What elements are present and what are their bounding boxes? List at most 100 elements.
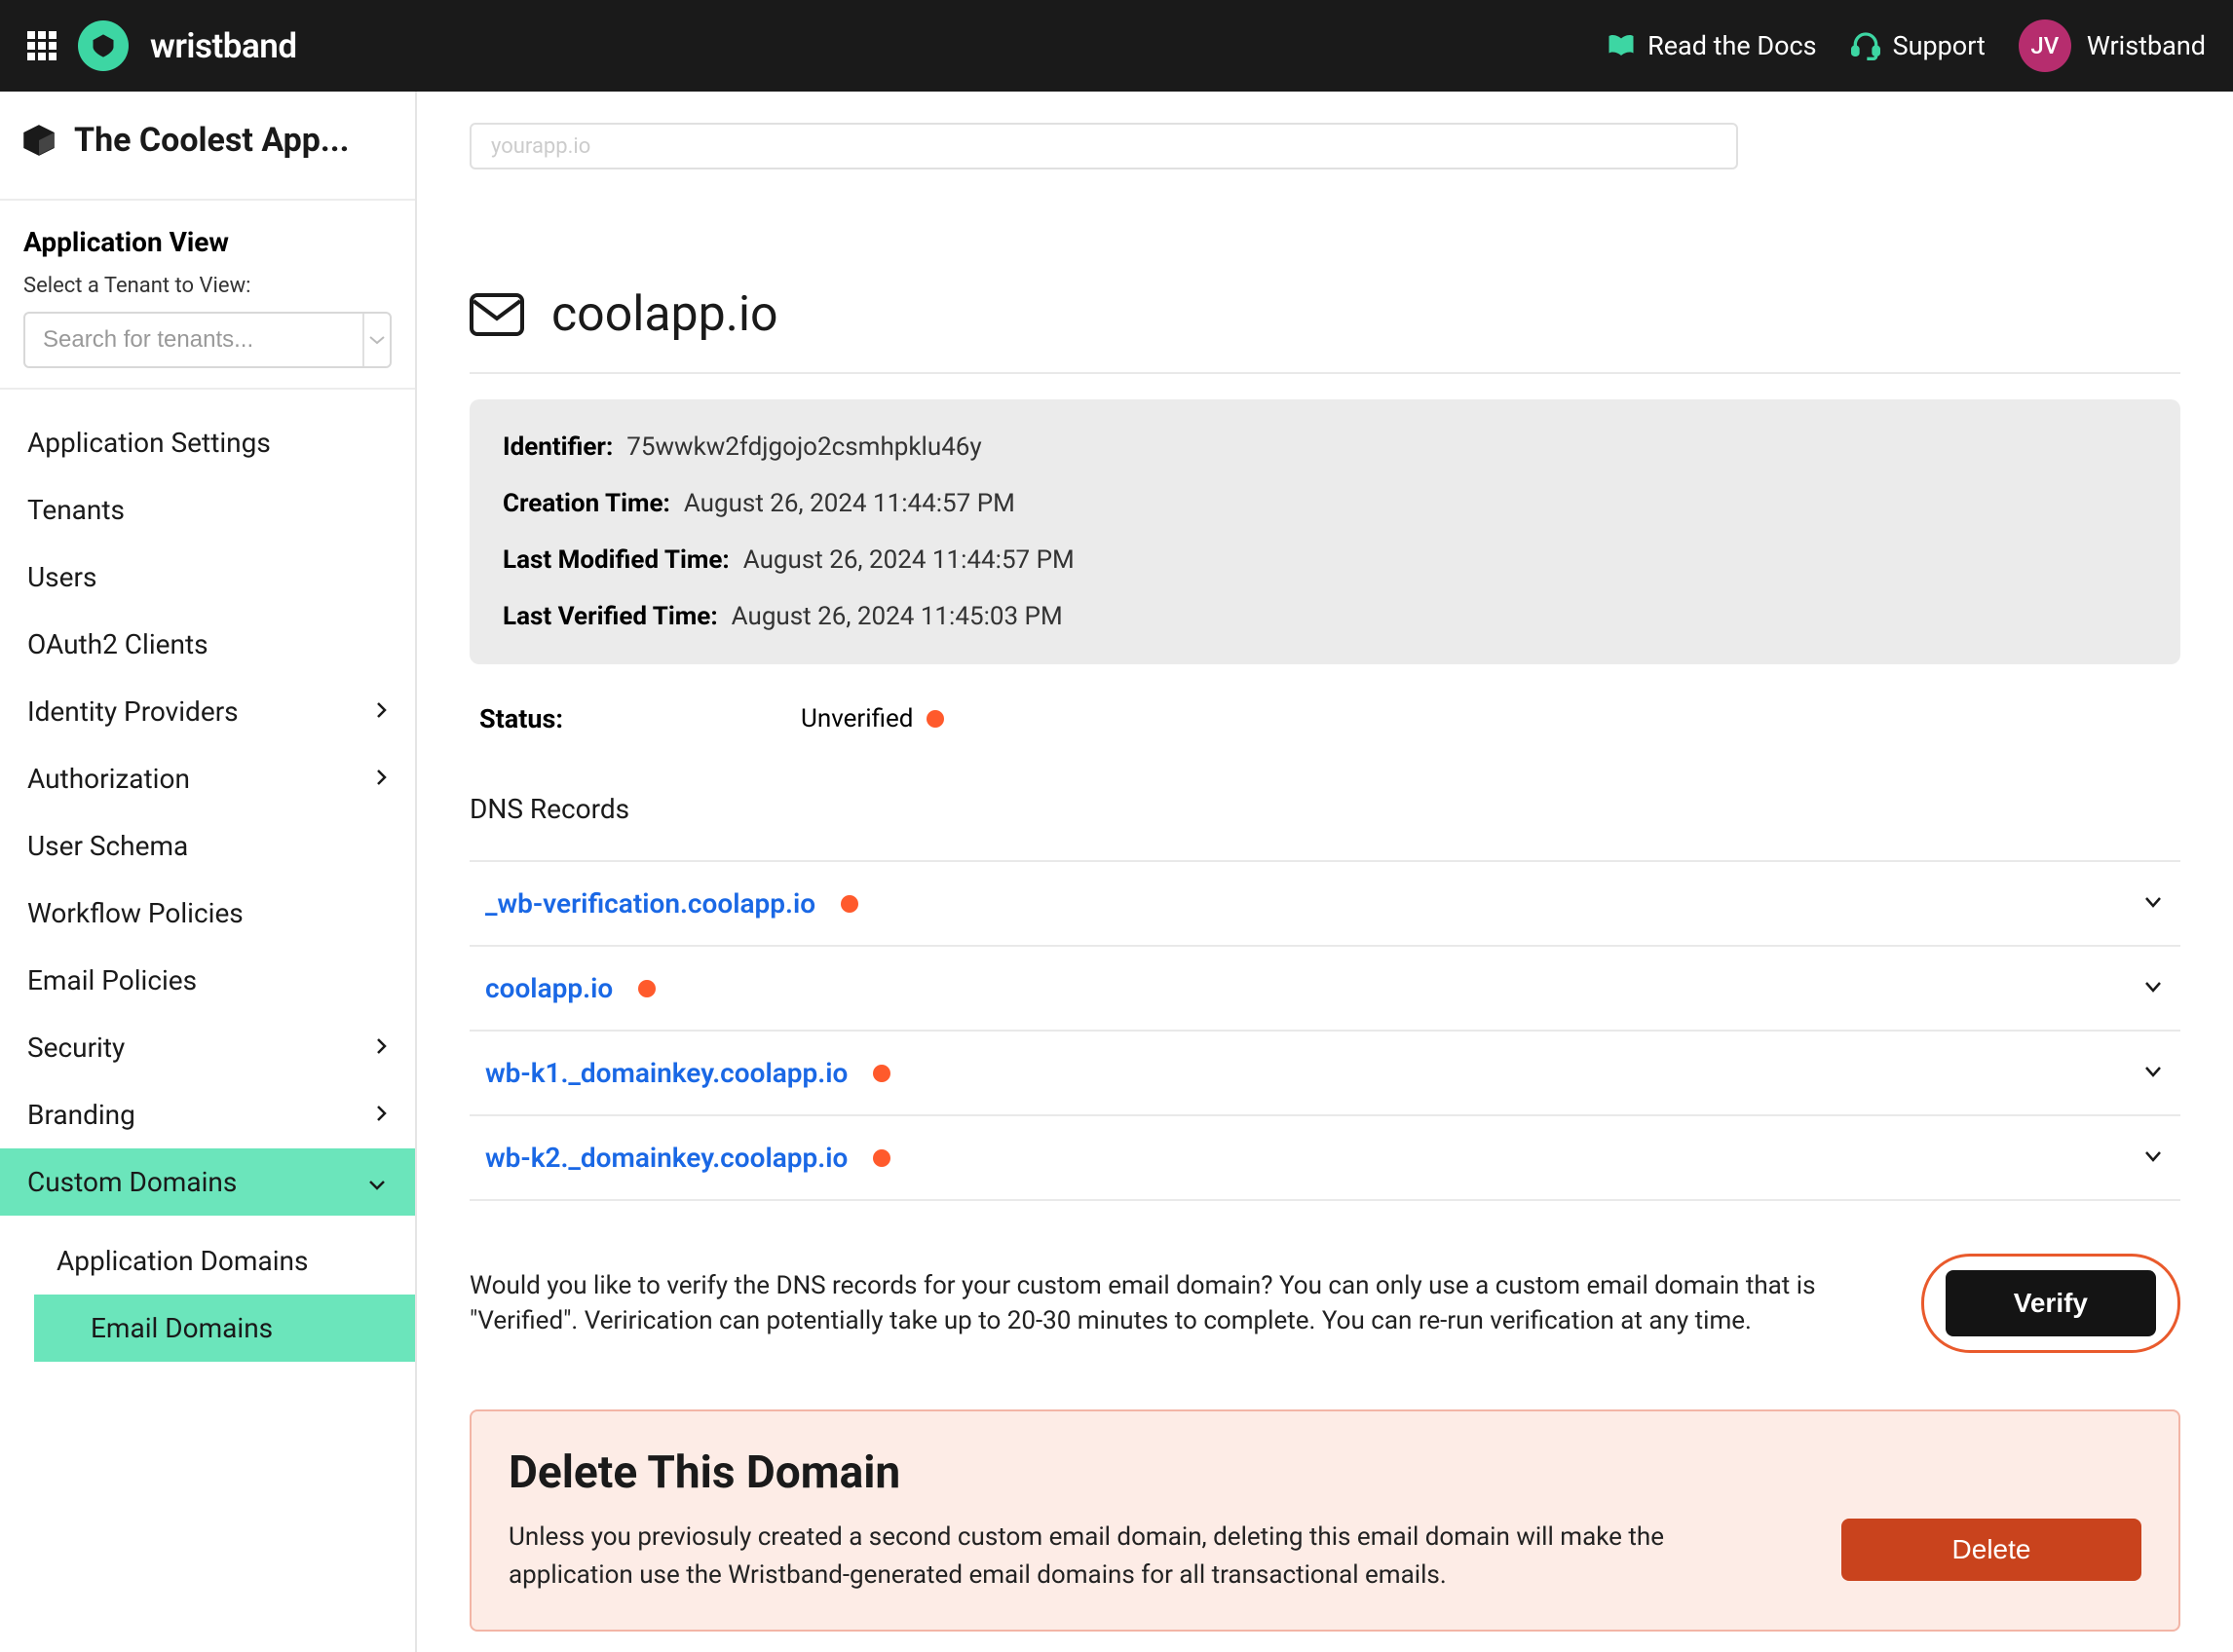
dns-record-name: wb-k1._domainkey.coolapp.io — [485, 1057, 848, 1089]
nav-item-label: Identity Providers — [27, 695, 239, 728]
nav-item-label: Workflow Policies — [27, 897, 244, 929]
dns-table: _wb-verification.coolapp.io coolapp.io wb-… — [470, 860, 2180, 1201]
nav-item-application-settings[interactable]: Application Settings — [0, 409, 415, 476]
dns-section-title: DNS Records — [470, 793, 2180, 860]
topbar-right: Read the Docs Support JV Wristband — [1607, 19, 2206, 72]
chevron-down-icon — [2141, 1060, 2165, 1087]
creation-value: August 26, 2024 11:44:57 PM — [684, 489, 1015, 518]
avatar: JV — [2019, 19, 2071, 72]
nav-item-label: Branding — [27, 1099, 135, 1131]
modified-value: August 26, 2024 11:44:57 PM — [743, 545, 1075, 575]
verify-button[interactable]: Verify — [1946, 1270, 2156, 1336]
identifier-row: Identifier: 75wwkw2fdjgojo2csmhpklu46y — [503, 432, 2147, 462]
nav-list: Application Settings Tenants Users OAuth2 C… — [0, 390, 415, 1381]
dns-row-left: _wb-verification.coolapp.io — [485, 887, 858, 920]
url-input[interactable]: yourapp.io — [470, 123, 1738, 169]
nav-item-oauth2-clients[interactable]: OAuth2 Clients — [0, 611, 415, 678]
tenant-search[interactable] — [23, 312, 392, 368]
cube-icon — [21, 123, 57, 158]
chevron-right-icon — [374, 695, 388, 728]
nav-item-label: Users — [27, 561, 96, 593]
support-link[interactable]: Support — [1850, 30, 1986, 61]
nav-item-authorization[interactable]: Authorization — [0, 745, 415, 812]
delete-body-row: Unless you previosuly created a second c… — [509, 1519, 2141, 1595]
brand-logo-icon[interactable] — [78, 20, 129, 71]
dns-record-name: _wb-verification.coolapp.io — [485, 887, 815, 920]
app-title: The Coolest App... — [74, 121, 349, 160]
topbar: wristband Read the Docs Support JV Wrist… — [0, 0, 2233, 92]
avatar-label: Wristband — [2087, 30, 2206, 61]
apps-grid-icon[interactable] — [27, 31, 57, 60]
headset-icon — [1850, 30, 1881, 61]
verify-section: Would you like to verify the DNS records… — [470, 1254, 2180, 1353]
delete-button[interactable]: Delete — [1841, 1519, 2141, 1581]
dns-row[interactable]: wb-k1._domainkey.coolapp.io — [470, 1030, 2180, 1114]
nav-subitem-email-domains[interactable]: Email Domains — [34, 1295, 415, 1362]
nav-item-user-schema[interactable]: User Schema — [0, 812, 415, 880]
nav-item-label: Security — [27, 1032, 125, 1064]
verify-highlight: Verify — [1921, 1254, 2180, 1353]
nav-item-label: User Schema — [27, 830, 188, 862]
delete-title: Delete This Domain — [509, 1446, 2141, 1499]
nav-item-label: OAuth2 Clients — [27, 628, 208, 660]
tenant-search-input[interactable] — [25, 326, 362, 354]
identifier-value: 75wwkw2fdjgojo2csmhpklu46y — [626, 432, 981, 462]
nav-item-identity-providers[interactable]: Identity Providers — [0, 678, 415, 745]
view-subheading: Select a Tenant to View: — [23, 274, 392, 298]
user-menu[interactable]: JV Wristband — [2019, 19, 2206, 72]
envelope-icon — [470, 293, 524, 336]
support-label: Support — [1893, 30, 1986, 61]
delete-card: Delete This Domain Unless you previosuly… — [470, 1409, 2180, 1632]
domain-header: coolapp.io — [470, 286, 2180, 374]
dns-row[interactable]: coolapp.io — [470, 945, 2180, 1030]
status-dot-icon — [873, 1149, 890, 1167]
identifier-label: Identifier: — [503, 432, 613, 462]
dns-row[interactable]: _wb-verification.coolapp.io — [470, 860, 2180, 945]
chevron-down-icon — [366, 1166, 388, 1198]
nav-item-label: Tenants — [27, 494, 125, 526]
status-row: Status: Unverified — [470, 703, 2180, 734]
sidebar: The Coolest App... Application View Sele… — [0, 92, 417, 1652]
nav-item-label: Application Settings — [27, 427, 271, 459]
dns-row-left: wb-k2._domainkey.coolapp.io — [485, 1142, 890, 1174]
topbar-left: wristband — [27, 20, 297, 71]
chevron-down-icon[interactable] — [362, 314, 390, 366]
nav-subitem-application-domains[interactable]: Application Domains — [0, 1227, 415, 1295]
nav-item-workflow-policies[interactable]: Workflow Policies — [0, 880, 415, 947]
nav-item-custom-domains[interactable]: Custom Domains — [0, 1148, 415, 1216]
dns-row-left: wb-k1._domainkey.coolapp.io — [485, 1057, 890, 1089]
dns-record-name: wb-k2._domainkey.coolapp.io — [485, 1142, 848, 1174]
nav-item-users[interactable]: Users — [0, 544, 415, 611]
verify-text: Would you like to verify the DNS records… — [470, 1268, 1882, 1339]
nav-item-security[interactable]: Security — [0, 1014, 415, 1081]
dns-row-left: coolapp.io — [485, 972, 656, 1004]
nav-item-label: Authorization — [27, 763, 190, 795]
chevron-down-icon — [2141, 975, 2165, 1002]
view-section: Application View Select a Tenant to View… — [0, 201, 415, 390]
chevron-right-icon — [374, 1099, 388, 1131]
main-content: yourapp.io coolapp.io Identifier: 75wwkw… — [417, 92, 2233, 1652]
app-title-row[interactable]: The Coolest App... — [0, 92, 415, 201]
status-value-wrap: Unverified — [801, 704, 944, 733]
book-icon — [1607, 33, 1636, 58]
chevron-down-icon — [2141, 1145, 2165, 1172]
verified-label: Last Verified Time: — [503, 602, 718, 631]
nav-item-branding[interactable]: Branding — [0, 1081, 415, 1148]
nav-item-email-policies[interactable]: Email Policies — [0, 947, 415, 1014]
chevron-right-icon — [374, 1032, 388, 1064]
read-docs-label: Read the Docs — [1647, 30, 1816, 61]
status-dot-icon — [638, 980, 656, 997]
modified-label: Last Modified Time: — [503, 545, 730, 575]
dns-record-name: coolapp.io — [485, 972, 613, 1004]
creation-row: Creation Time: August 26, 2024 11:44:57 … — [503, 489, 2147, 518]
verified-row: Last Verified Time: August 26, 2024 11:4… — [503, 602, 2147, 631]
creation-label: Creation Time: — [503, 489, 670, 518]
view-heading: Application View — [23, 226, 392, 258]
verified-value: August 26, 2024 11:45:03 PM — [732, 602, 1063, 631]
dns-row[interactable]: wb-k2._domainkey.coolapp.io — [470, 1114, 2180, 1201]
brand-name: wristband — [150, 26, 297, 66]
read-docs-link[interactable]: Read the Docs — [1607, 30, 1816, 61]
nav-item-tenants[interactable]: Tenants — [0, 476, 415, 544]
chevron-right-icon — [374, 763, 388, 795]
status-label: Status: — [479, 703, 801, 734]
